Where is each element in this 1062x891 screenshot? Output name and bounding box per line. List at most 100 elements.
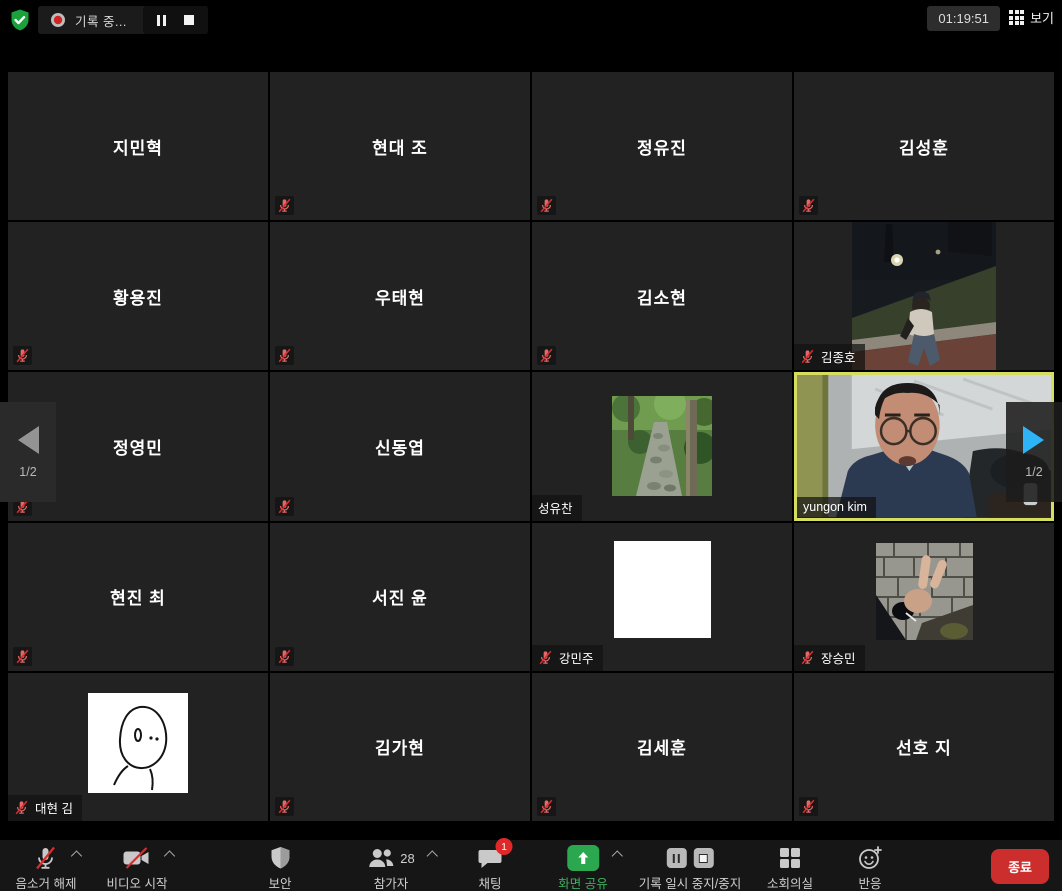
muted-mic-icon <box>275 346 294 365</box>
stop-recording-icon[interactable] <box>184 15 194 25</box>
reactions-button[interactable]: 반응 <box>857 845 883 891</box>
participant-tile[interactable]: 정유진 <box>532 72 792 220</box>
participant-name: 성유찬 <box>538 498 573 517</box>
participant-name: 황용진 <box>8 222 268 370</box>
participant-name: 선호 지 <box>794 673 1054 821</box>
muted-mic-icon <box>277 198 292 213</box>
muted-mic-icon <box>537 196 556 215</box>
view-label: 보기 <box>1030 8 1054 27</box>
pause-recording-button[interactable] <box>666 848 686 868</box>
button-label: 음소거 해제 <box>16 873 77 891</box>
participant-name: 김소현 <box>532 222 792 370</box>
muted-mic-icon <box>277 799 292 814</box>
stop-recording-button[interactable] <box>693 848 713 868</box>
participant-name: 김가현 <box>270 673 530 821</box>
participant-avatar-doodle-face <box>88 693 188 793</box>
participant-name: 현진 최 <box>8 523 268 671</box>
pause-stop-icons <box>666 848 713 868</box>
participant-tile[interactable]: 현진 최 <box>8 523 268 671</box>
muted-mic-icon <box>275 797 294 816</box>
muted-mic-icon <box>538 650 553 665</box>
participant-name: 서진 윤 <box>270 523 530 671</box>
participant-name: 신동엽 <box>270 372 530 520</box>
participant-name: 현대 조 <box>270 72 530 220</box>
participant-tile[interactable]: 대현 김 <box>8 673 268 821</box>
participants-icon <box>367 846 395 870</box>
page-indicator-left: 1/2 <box>19 465 36 479</box>
muted-mic-icon <box>277 499 292 514</box>
participant-name: 김성훈 <box>794 72 1054 220</box>
button-label: 소회의실 <box>767 873 813 891</box>
next-page-button[interactable]: 1/2 <box>1006 402 1062 502</box>
gallery-grid: 지민혁현대 조 정유진 김성훈 황용진 우태현 김소현 김종호정영민 신동엽 <box>8 72 1054 821</box>
participant-tile[interactable]: 우태현 <box>270 222 530 370</box>
meeting-security-shield-icon[interactable] <box>8 8 32 32</box>
video-button[interactable]: 비디오 시작 <box>107 845 168 891</box>
grid-view-icon <box>1009 10 1024 25</box>
meeting-toolbar: 종료 음소거 해제비디오 시작보안28참가자1채팅화면 공유기록 일시 중지/중… <box>0 840 1062 891</box>
view-button[interactable]: 보기 <box>1009 8 1054 27</box>
muted-mic-icon <box>277 649 292 664</box>
participant-tile[interactable]: 황용진 <box>8 222 268 370</box>
muted-mic-icon <box>539 348 554 363</box>
participant-tile[interactable]: 성유찬 <box>532 372 792 520</box>
participants-button[interactable]: 28참가자 <box>367 845 414 891</box>
chat-badge: 1 <box>496 838 513 855</box>
chevron-up-icon[interactable] <box>427 850 438 861</box>
mic-muted-icon <box>33 845 59 871</box>
chevron-up-icon[interactable] <box>71 850 82 861</box>
participant-name-tag: yungon kim <box>797 497 876 518</box>
button-label: 화면 공유 <box>558 873 607 891</box>
breakout-button[interactable]: 소회의실 <box>767 845 813 891</box>
muted-mic-icon <box>800 349 815 364</box>
recording-status-label: 기록 중... <box>75 11 127 30</box>
participant-tile[interactable]: 강민주 <box>532 523 792 671</box>
button-label: 기록 일시 중지/중지 <box>639 873 741 891</box>
top-bar: 기록 중... 01:19:51 보기 <box>0 0 1062 40</box>
participant-tile[interactable]: 김소현 <box>532 222 792 370</box>
end-meeting-button[interactable]: 종료 <box>991 849 1049 884</box>
participant-name-tag: 대현 김 <box>8 795 82 821</box>
chevron-up-icon[interactable] <box>611 850 622 861</box>
chat-button[interactable]: 1채팅 <box>478 845 503 891</box>
participant-tile[interactable]: 김가현 <box>270 673 530 821</box>
muted-mic-icon <box>277 348 292 363</box>
button-label: 채팅 <box>478 873 501 891</box>
participant-video-forest-photo <box>612 396 712 496</box>
participant-name: 장승민 <box>821 648 856 667</box>
unmute-button[interactable]: 음소거 해제 <box>16 845 77 891</box>
pause-recording-icon[interactable] <box>157 15 166 26</box>
participant-tile[interactable]: 김종호 <box>794 222 1054 370</box>
previous-page-button[interactable]: 1/2 <box>0 402 56 502</box>
participant-video-night-photo <box>852 222 996 370</box>
participant-tile[interactable]: 장승민 <box>794 523 1054 671</box>
muted-mic-icon <box>801 198 816 213</box>
participant-name-tag: 성유찬 <box>532 495 582 521</box>
muted-mic-icon <box>799 797 818 816</box>
muted-mic-icon <box>15 649 30 664</box>
muted-mic-icon <box>13 647 32 666</box>
participant-tile[interactable]: 김성훈 <box>794 72 1054 220</box>
participant-tile[interactable]: 선호 지 <box>794 673 1054 821</box>
participant-name: yungon kim <box>803 500 867 514</box>
participant-tile[interactable]: 지민혁 <box>8 72 268 220</box>
muted-mic-icon <box>13 346 32 365</box>
participant-name: 지민혁 <box>8 72 268 220</box>
participant-name: 김세훈 <box>532 673 792 821</box>
camera-muted-icon <box>122 845 152 871</box>
muted-mic-icon <box>800 650 815 665</box>
muted-mic-icon <box>275 497 294 516</box>
chevron-up-icon[interactable] <box>164 850 175 861</box>
participant-tile[interactable]: 현대 조 <box>270 72 530 220</box>
participant-name: 강민주 <box>559 648 594 667</box>
muted-mic-icon <box>275 647 294 666</box>
muted-mic-icon <box>15 348 30 363</box>
share-button[interactable]: 화면 공유 <box>558 845 607 891</box>
muted-mic-icon <box>801 799 816 814</box>
participant-tile[interactable]: 서진 윤 <box>270 523 530 671</box>
security-button[interactable]: 보안 <box>268 845 291 891</box>
participant-tile[interactable]: 김세훈 <box>532 673 792 821</box>
participant-tile[interactable]: 신동엽 <box>270 372 530 520</box>
record-button[interactable]: 기록 일시 중지/중지 <box>639 845 741 891</box>
participant-name-tag: 김종호 <box>794 344 865 370</box>
